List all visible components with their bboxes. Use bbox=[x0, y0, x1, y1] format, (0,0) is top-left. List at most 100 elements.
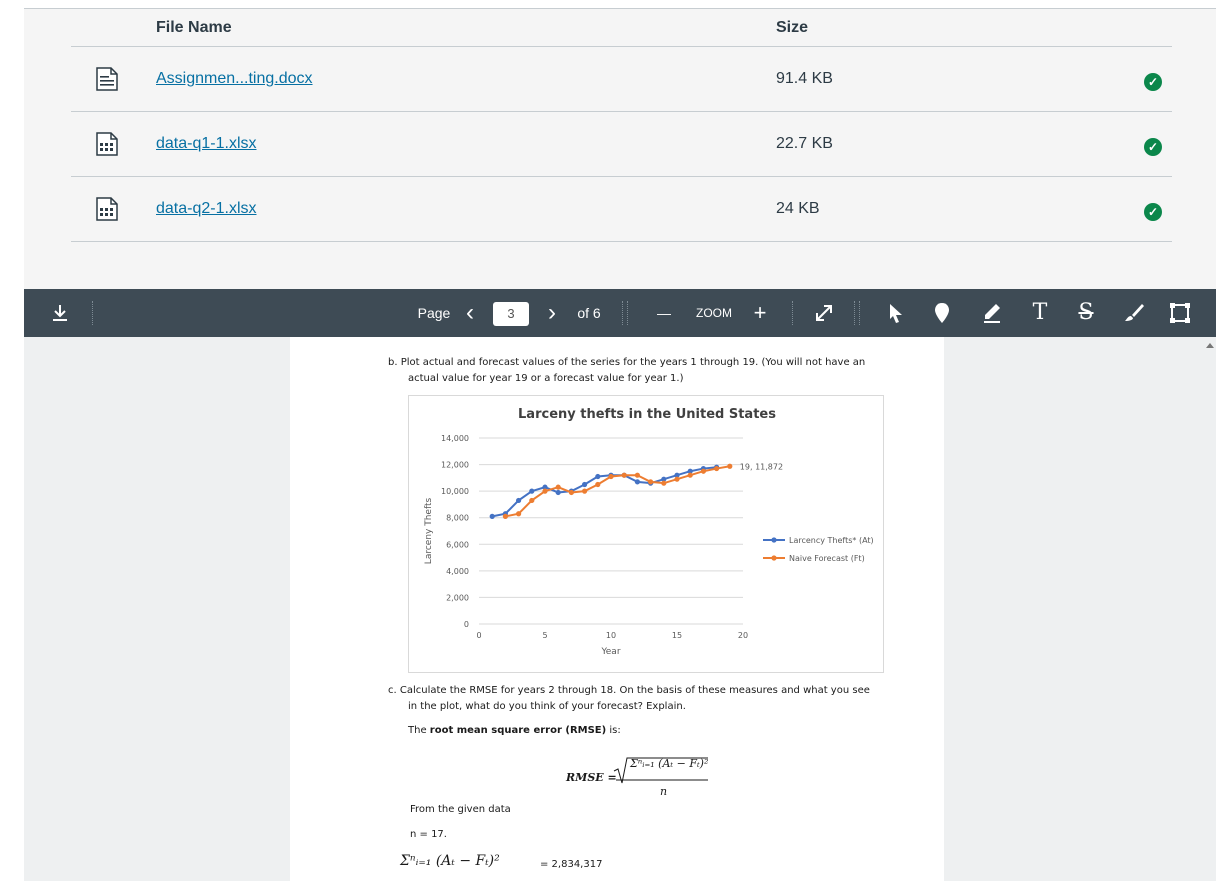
question-c-line1: c. Calculate the RMSE for years 2 throug… bbox=[388, 685, 870, 696]
viewer-margin-right bbox=[944, 337, 1216, 881]
chart-title: Larceny thefts in the United States bbox=[518, 407, 776, 422]
y-axis-label: Larceny Thefts bbox=[424, 498, 434, 565]
rmse-intro-pre: The bbox=[408, 725, 430, 736]
file-row: data-q2-1.xlsx 24 KB ✓ bbox=[71, 177, 1172, 242]
line-chart: Larceny thefts in the United States 0 2,00… bbox=[424, 407, 874, 657]
previous-page-button[interactable]: ‹ bbox=[460, 289, 480, 337]
series-point-1 bbox=[529, 488, 535, 494]
zoom-in-button[interactable]: + bbox=[750, 289, 770, 337]
toolbar-divider bbox=[92, 301, 93, 325]
page-number-input[interactable]: 3 bbox=[493, 302, 529, 326]
series-point-1 bbox=[489, 513, 495, 519]
file-row: Assignmen...ting.docx 91.4 KB ✓ bbox=[71, 47, 1172, 112]
zoom-label: ZOOM bbox=[696, 306, 732, 320]
x-axis-label: Year bbox=[600, 647, 620, 657]
series-line-1 bbox=[492, 466, 717, 518]
question-b-line2: actual value for year 19 or a forecast v… bbox=[408, 373, 684, 384]
y-tick-label: 14,000 bbox=[441, 434, 469, 443]
toolbar-divider bbox=[792, 301, 793, 325]
spreadsheet-icon bbox=[96, 132, 118, 156]
series-point-2 bbox=[582, 488, 588, 494]
success-check-icon: ✓ bbox=[1144, 138, 1162, 156]
page-count: of 6 bbox=[577, 305, 601, 321]
document-icon bbox=[96, 67, 118, 91]
cursor-select-icon[interactable] bbox=[884, 301, 908, 325]
strikeout-tool-icon[interactable]: S bbox=[1074, 289, 1098, 337]
series-point-2 bbox=[502, 513, 508, 519]
file-link[interactable]: data-q2-1.xlsx bbox=[156, 200, 257, 218]
scroll-up-arrow[interactable] bbox=[1206, 343, 1214, 348]
y-tick-label: 12,000 bbox=[441, 461, 469, 470]
file-row: data-q1-1.xlsx 22.7 KB ✓ bbox=[71, 112, 1172, 177]
area-select-icon[interactable] bbox=[1168, 301, 1192, 325]
freehand-draw-icon[interactable] bbox=[1122, 301, 1146, 325]
series-point-1 bbox=[634, 479, 640, 485]
series-point-2 bbox=[608, 473, 614, 480]
sum-value: = 2,834,317 bbox=[540, 859, 603, 870]
series-point-2 bbox=[661, 480, 667, 486]
y-tick-label: 10,000 bbox=[441, 487, 469, 496]
series-point-2 bbox=[568, 489, 574, 496]
series-point-1 bbox=[595, 473, 601, 480]
series-point-1 bbox=[555, 489, 561, 496]
series-point-2 bbox=[516, 511, 522, 517]
series-point-2 bbox=[634, 472, 640, 478]
spreadsheet-icon bbox=[96, 197, 118, 221]
series-point-2 bbox=[674, 476, 680, 482]
from-given-data: From the given data bbox=[410, 804, 511, 815]
series-point-1 bbox=[582, 481, 588, 488]
file-size: 22.7 KB bbox=[776, 135, 833, 152]
series-point-2 bbox=[714, 465, 720, 472]
file-list-header: File Name Size bbox=[71, 9, 1172, 47]
formula-numerator: Σⁿᵢ₌₁ (Aₜ − Fₜ)² bbox=[630, 757, 709, 770]
fullscreen-icon[interactable] bbox=[812, 301, 836, 325]
n-value: n = 17. bbox=[410, 829, 447, 840]
text-tool-icon[interactable]: T bbox=[1028, 289, 1052, 337]
legend-marker-2 bbox=[771, 555, 777, 561]
file-link[interactable]: data-q1-1.xlsx bbox=[156, 135, 257, 153]
download-icon[interactable] bbox=[48, 301, 72, 325]
rmse-intro-post: is: bbox=[606, 725, 621, 736]
sum-expression: Σⁿᵢ₌₁ (Aₜ − Fₜ)² bbox=[400, 853, 500, 869]
file-link[interactable]: Assignmen...ting.docx bbox=[156, 70, 313, 88]
file-size: 91.4 KB bbox=[776, 70, 833, 87]
zoom-out-button[interactable]: — bbox=[654, 289, 674, 337]
document-page: b. Plot actual and forecast values of th… bbox=[290, 337, 944, 881]
series-point-2 bbox=[555, 484, 561, 490]
file-size: 24 KB bbox=[776, 200, 820, 217]
series-point-2 bbox=[727, 463, 733, 469]
page-label: Page bbox=[417, 305, 451, 321]
x-tick-label: 5 bbox=[542, 631, 547, 640]
toolbar-divider bbox=[859, 301, 860, 325]
y-tick-label: 4,000 bbox=[446, 567, 469, 576]
series-point-2 bbox=[621, 472, 627, 478]
formula-denominator: n bbox=[660, 785, 668, 798]
toolbar-divider bbox=[627, 301, 628, 325]
highlight-pen-icon[interactable] bbox=[980, 301, 1004, 325]
toolbar-divider bbox=[622, 301, 623, 325]
x-tick-label: 0 bbox=[476, 631, 481, 640]
column-header-file-name: File Name bbox=[156, 19, 232, 36]
rmse-intro-term: root mean square error (RMSE) bbox=[429, 725, 607, 736]
next-page-button[interactable]: › bbox=[542, 289, 562, 337]
legend-label-2: Naive Forecast (Ft) bbox=[789, 554, 865, 563]
chart-container: Larceny thefts in the United States 0 2,00… bbox=[408, 395, 884, 673]
success-check-icon: ✓ bbox=[1144, 203, 1162, 221]
series-point-2 bbox=[687, 472, 693, 478]
legend-label-1: Larcency Thefts* (At) bbox=[789, 536, 874, 545]
series-point-2 bbox=[648, 479, 654, 485]
series-point-2 bbox=[529, 497, 535, 504]
series-point-2 bbox=[542, 488, 548, 494]
series-point-1 bbox=[516, 497, 522, 504]
y-tick-label: 0 bbox=[464, 620, 469, 629]
formula-lhs: RMSE = bbox=[566, 771, 617, 784]
legend-marker-1 bbox=[771, 537, 777, 543]
y-tick-label: 8,000 bbox=[446, 514, 469, 523]
pin-comment-icon[interactable] bbox=[930, 301, 954, 325]
file-list: File Name Size Assignmen...ting.docx 91.… bbox=[24, 8, 1216, 289]
y-tick-label: 6,000 bbox=[446, 540, 469, 549]
series-point-2 bbox=[700, 468, 706, 474]
pdf-toolbar: Page ‹ 3 › of 6 — ZOOM + T S bbox=[24, 289, 1216, 337]
toolbar-divider bbox=[854, 301, 855, 325]
rmse-intro: The root mean square error (RMSE) is: bbox=[408, 723, 621, 739]
